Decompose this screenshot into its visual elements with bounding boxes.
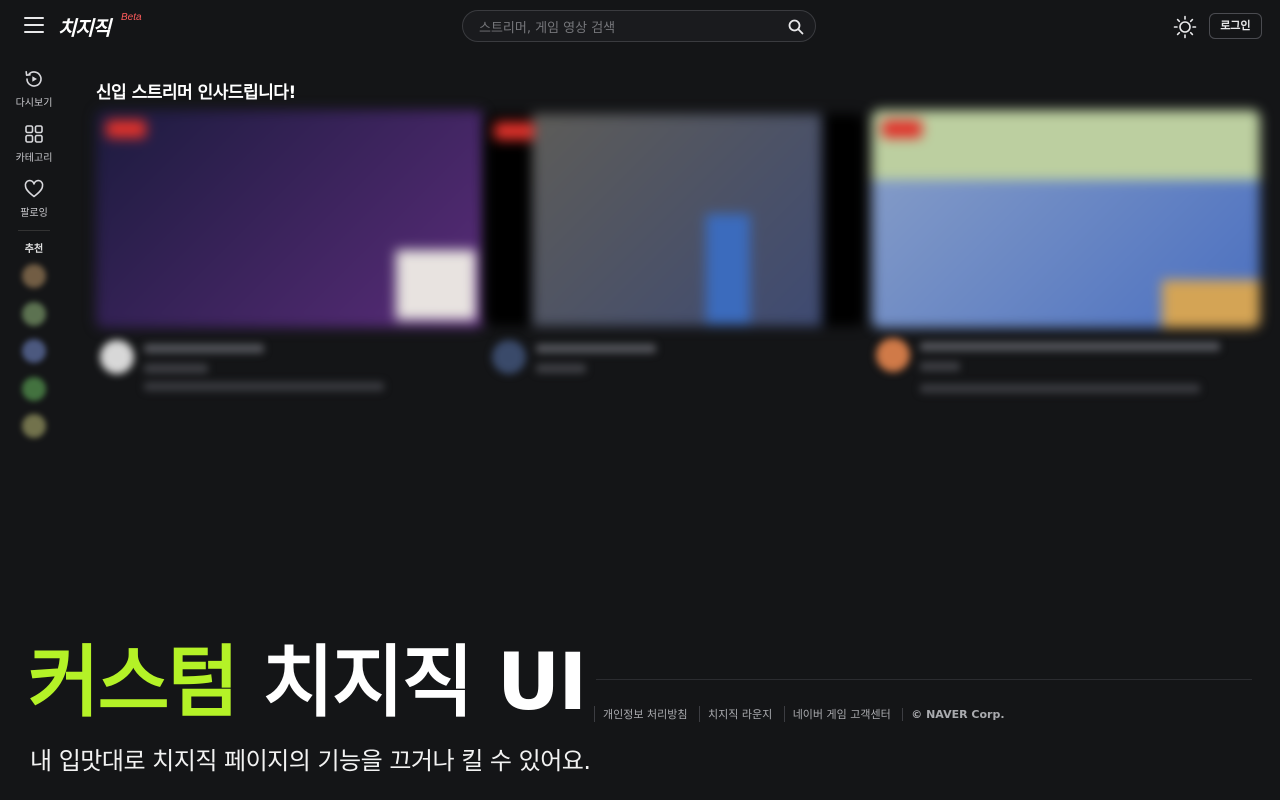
sidebar: 다시보기 카테고리 팔로잉 추천 [0,54,68,474]
recommended-channel-avatar[interactable] [22,414,46,438]
logo[interactable]: 치지직 [58,12,111,41]
recommended-channel-avatar[interactable] [22,264,46,288]
footer-link-privacy[interactable]: 개인정보 처리방침 [594,706,695,722]
card-meta [96,338,484,398]
footer-copyright: © NAVER Corp. [902,708,1012,721]
live-badge [494,122,534,140]
search-bar [462,10,816,42]
promo-headline-rest: 치지직 UI [237,638,587,728]
replay-icon [25,70,42,87]
footer-link-support[interactable]: 네이버 게임 고객센터 [783,706,899,722]
search-icon[interactable] [787,18,805,36]
streamer-avatar [100,340,134,374]
recommended-channel-avatar[interactable] [22,377,46,401]
promo-headline: 커스텀 치지직 UI [28,644,587,722]
live-badge [106,120,146,138]
live-card[interactable] [486,114,864,414]
live-thumbnail [96,110,484,328]
sidebar-item-replay[interactable]: 다시보기 [0,68,68,109]
sidebar-item-label: 팔로잉 [20,208,48,219]
recommended-channel-avatar[interactable] [22,339,46,363]
streamer-avatar [492,340,526,374]
footer-link-lounge[interactable]: 치지직 라운지 [698,706,780,722]
live-badge [882,120,922,138]
recommended-label: 추천 [24,244,44,255]
promo-subtitle: 내 입맛대로 치지직 페이지의 기능을 끄거나 킬 수 있어요. [30,747,591,775]
promo-headline-accent: 커스텀 [28,638,239,728]
footer-divider [596,679,1252,680]
section-title: 신입 스트리머 인사드립니다! [96,83,296,103]
sidebar-divider [18,230,50,231]
sun-icon[interactable] [1173,15,1197,39]
menu-icon[interactable] [24,17,44,33]
search-input[interactable] [477,17,781,39]
live-card[interactable] [872,110,1260,430]
beta-badge: Beta [121,12,142,23]
live-thumbnail [486,114,864,326]
sidebar-item-following[interactable]: 팔로잉 [0,178,68,219]
sidebar-item-label: 카테고리 [15,153,53,164]
sidebar-item-category[interactable]: 카테고리 [0,123,68,164]
grid-icon [25,125,43,143]
recommended-channel-avatar[interactable] [22,302,46,326]
sidebar-item-label: 다시보기 [15,98,53,109]
live-thumbnail [872,110,1260,328]
footer-links: 개인정보 처리방침 치지직 라운지 네이버 게임 고객센터 © NAVER Co… [594,706,1013,722]
live-card[interactable] [96,110,484,410]
login-button[interactable]: 로그인 [1209,13,1262,39]
streamer-avatar [876,338,910,372]
card-meta [486,338,864,398]
card-meta [872,336,1260,426]
top-header: 치지직 Beta 로그인 [0,0,1280,54]
heart-icon [24,179,44,198]
